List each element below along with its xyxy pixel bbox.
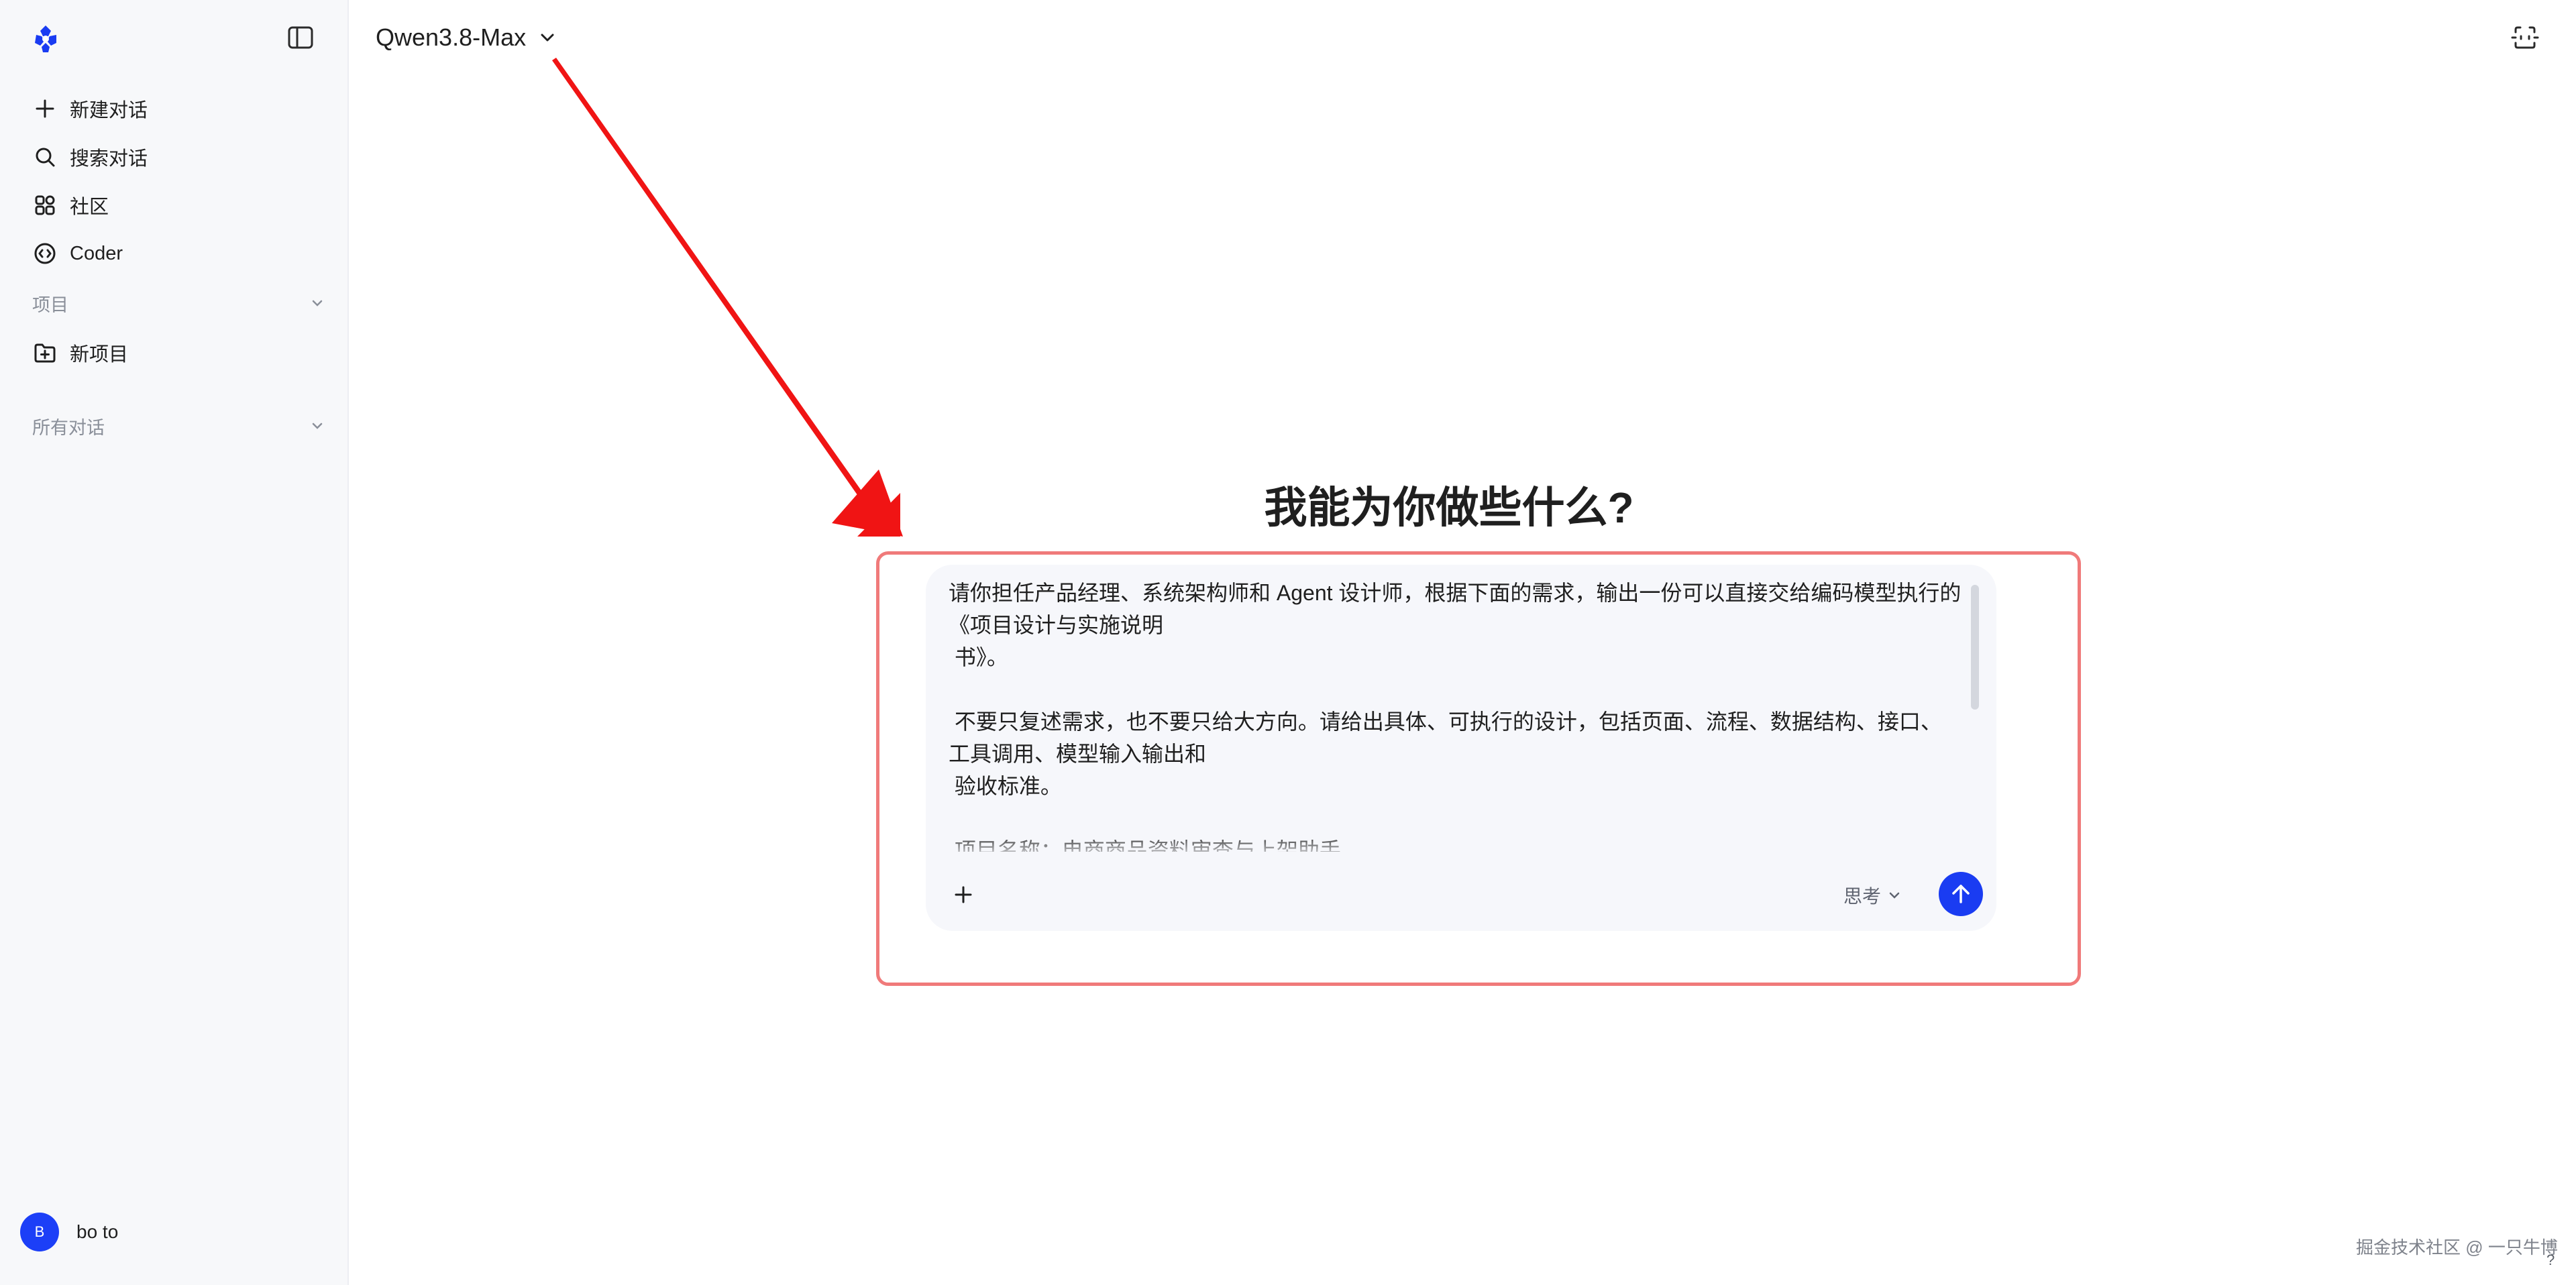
projects-section-header[interactable]: 项目 [32, 286, 325, 320]
thinking-mode-label: 思考 [1843, 886, 1882, 907]
qwen-logo-icon[interactable] [30, 23, 62, 55]
plus-icon [36, 99, 54, 118]
sidebar-item-coder[interactable]: Coder [16, 232, 331, 275]
user-name: bo to [76, 1221, 119, 1242]
input-scrollbar[interactable] [1971, 585, 1979, 710]
projects-label: 项目 [32, 294, 68, 315]
app-window: 新建对话 搜索对话 社区 Coder 项目 新项目 所有对话 B bo to Q… [0, 0, 2576, 1285]
grid-icon [35, 195, 55, 215]
all-chats-section-header[interactable]: 所有对话 [32, 409, 325, 443]
send-button[interactable] [1939, 872, 1983, 916]
page-title: 我能为你做些什么? [1264, 484, 1634, 532]
new-project-label: 新项目 [70, 344, 129, 366]
model-name: Qwen3.8-Max [376, 23, 527, 51]
chevron-down-icon [312, 300, 323, 306]
bot-icon[interactable] [2510, 23, 2540, 52]
search-chats-button[interactable]: 搜索对话 [16, 135, 331, 178]
input-fade [926, 833, 1996, 860]
folder-plus-icon [34, 343, 56, 363]
prompt-input[interactable]: 请你担任产品经理、系统架构师和 Agent 设计师，根据下面的需求，输出一份可以… [949, 577, 1962, 852]
new-chat-label: 新建对话 [70, 100, 148, 121]
search-icon [36, 148, 55, 167]
watermark: 掘金技术社区 @ 一只牛博 [2356, 1237, 2558, 1258]
attach-button[interactable] [945, 876, 982, 913]
chevron-down-icon [1889, 892, 1900, 899]
model-selector[interactable]: Qwen3.8-Max [376, 20, 557, 55]
help-icon[interactable]: ? [2546, 1251, 2555, 1269]
sidebar-item-community[interactable]: 社区 [16, 184, 331, 227]
chevron-down-icon [312, 423, 323, 429]
avatar: B [20, 1213, 59, 1251]
thinking-mode-dropdown[interactable]: 思考 [1843, 879, 1901, 912]
arrow-up-icon [1952, 885, 1970, 903]
all-chats-label: 所有对话 [32, 417, 105, 438]
chat-input-card: 请你担任产品经理、系统架构师和 Agent 设计师，根据下面的需求，输出一份可以… [926, 565, 1996, 931]
user-profile[interactable]: B bo to [20, 1213, 118, 1251]
plus-icon [955, 886, 972, 903]
sidebar-toggle-icon[interactable] [287, 25, 314, 50]
chevron-down-icon [541, 34, 554, 42]
coder-label: Coder [70, 242, 123, 264]
community-label: 社区 [70, 197, 109, 218]
code-icon [34, 243, 56, 264]
new-project-button[interactable]: 新项目 [16, 331, 331, 374]
search-chats-label: 搜索对话 [70, 148, 148, 170]
new-chat-button[interactable]: 新建对话 [16, 87, 331, 130]
sidebar: 新建对话 搜索对话 社区 Coder 项目 新项目 所有对话 B bo to [0, 0, 349, 1285]
